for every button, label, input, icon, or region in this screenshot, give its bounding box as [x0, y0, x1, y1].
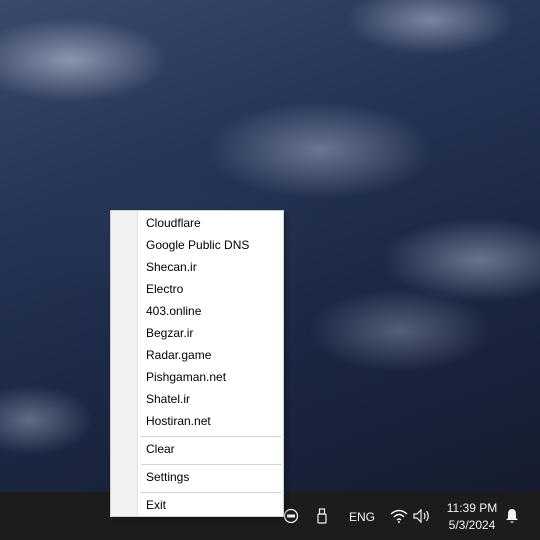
wifi-icon[interactable]	[390, 508, 408, 524]
usb-drive-icon[interactable]	[314, 508, 330, 524]
menu-separator	[141, 436, 282, 437]
menu-item-clear[interactable]: Clear	[138, 438, 283, 460]
clock-date: 5/3/2024	[448, 518, 496, 532]
menu-item-shatel[interactable]: Shatel.ir	[138, 388, 283, 410]
system-clock[interactable]: 11:39 PM 5/3/2024	[444, 500, 500, 534]
language-indicator[interactable]: ENG	[349, 510, 375, 524]
menu-item-radar-game[interactable]: Radar.game	[138, 344, 283, 366]
menu-item-electro[interactable]: Electro	[138, 278, 283, 300]
app-tray-icon[interactable]	[282, 508, 300, 524]
dns-context-menu: Cloudflare Google Public DNS Shecan.ir E…	[110, 210, 284, 517]
menu-item-pishgaman[interactable]: Pishgaman.net	[138, 366, 283, 388]
menu-separator	[141, 492, 282, 493]
clock-time: 11:39 PM	[446, 501, 498, 515]
menu-item-shecan[interactable]: Shecan.ir	[138, 256, 283, 278]
menu-separator	[141, 464, 282, 465]
menu-icon-gutter	[111, 211, 138, 516]
menu-item-google-dns[interactable]: Google Public DNS	[138, 234, 283, 256]
menu-item-403-online[interactable]: 403.online	[138, 300, 283, 322]
menu-item-hostiran[interactable]: Hostiran.net	[138, 410, 283, 432]
notification-bell-icon[interactable]	[504, 508, 520, 524]
volume-icon[interactable]	[413, 508, 431, 524]
menu-item-begzar[interactable]: Begzar.ir	[138, 322, 283, 344]
menu-item-exit[interactable]: Exit	[138, 494, 283, 516]
menu-item-cloudflare[interactable]: Cloudflare	[138, 212, 283, 234]
menu-item-settings[interactable]: Settings	[138, 466, 283, 488]
